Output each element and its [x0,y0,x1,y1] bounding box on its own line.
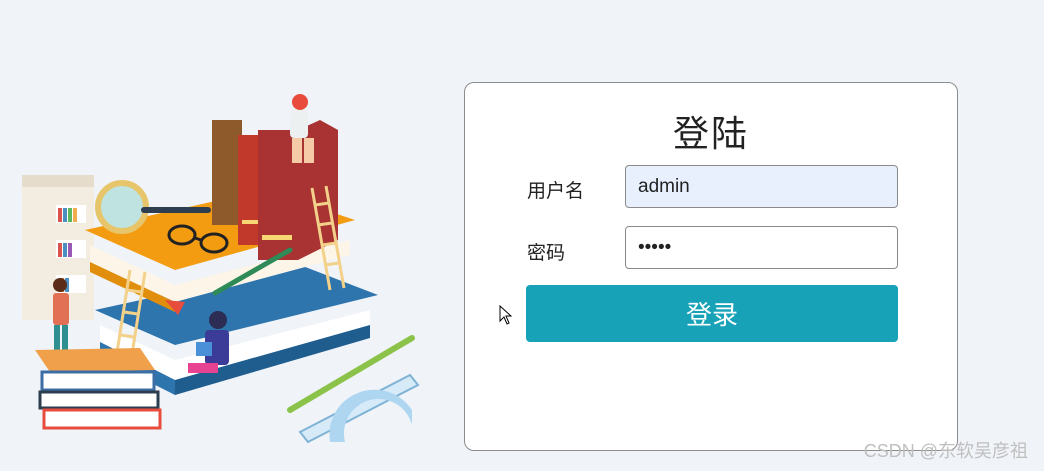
login-title: 登陆 [672,113,749,154]
ruler-graphic [298,373,420,444]
password-label: 密码 [527,243,566,264]
login-button[interactable]: 登录 [526,285,898,342]
username-input[interactable] [625,165,898,208]
watermark: CSDN @东软吴彦祖 [863,441,1028,461]
username-label: 用户名 [527,181,585,202]
mouse-cursor-icon [499,305,513,325]
password-input[interactable] [625,226,898,269]
login-card: 登陆 用户名 密码 登录 [464,82,958,451]
books-illustration [22,94,420,444]
small-book-stack [35,348,162,430]
